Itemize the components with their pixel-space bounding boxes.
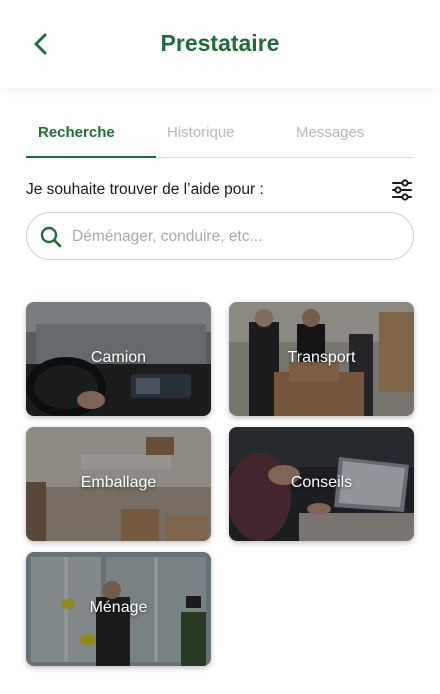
active-tab-indicator: [26, 156, 156, 158]
tab-bar: Recherche Historique Messages: [26, 122, 414, 158]
category-card-transport[interactable]: Transport: [229, 302, 414, 416]
search-input[interactable]: [72, 225, 402, 249]
category-label: Emballage: [80, 474, 157, 491]
search-prompt: Je souhaite trouver de l’aide pour :: [26, 181, 264, 198]
category-label: Conseils: [290, 474, 353, 491]
category-card-conseils[interactable]: Conseils: [229, 427, 414, 541]
category-card-emballage[interactable]: Emballage: [26, 427, 211, 541]
category-card-menage[interactable]: Ménage: [26, 552, 211, 666]
category-card-camion[interactable]: Camion: [26, 302, 211, 416]
filter-sliders-icon[interactable]: [390, 179, 414, 201]
page-title: Prestataire: [160, 30, 280, 56]
category-label: Transport: [287, 349, 356, 366]
tab-recherche[interactable]: Recherche: [38, 122, 115, 157]
tab-messages[interactable]: Messages: [296, 122, 364, 157]
app-header: Prestataire: [0, 0, 440, 88]
search-icon: [40, 226, 62, 248]
category-label: Ménage: [89, 599, 148, 616]
tab-historique[interactable]: Historique: [167, 122, 235, 157]
search-bar: [26, 212, 414, 260]
category-label: Camion: [90, 349, 147, 366]
